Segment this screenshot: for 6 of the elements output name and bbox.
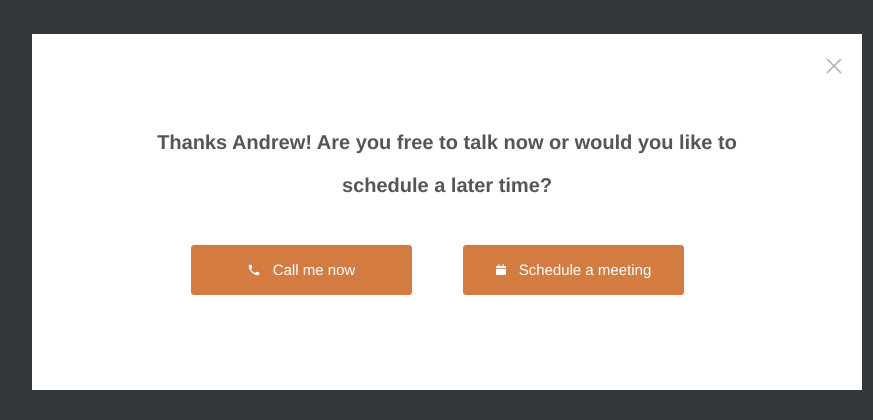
calendar-icon (494, 264, 507, 276)
schedule-button[interactable]: Schedule a meeting (462, 245, 684, 295)
call-button[interactable]: Call me now (190, 245, 412, 295)
phone-icon (246, 263, 261, 277)
close-icon[interactable] (826, 58, 842, 74)
dialog-message: Thanks Andrew! Are you free to talk now or would you like to schedule a later time? (156, 131, 738, 199)
